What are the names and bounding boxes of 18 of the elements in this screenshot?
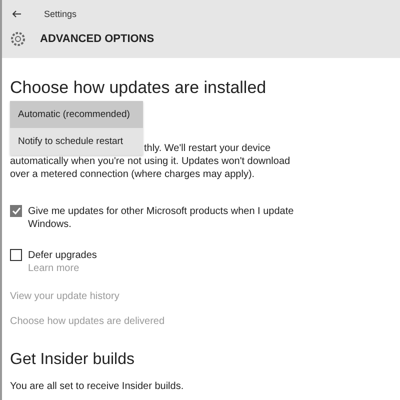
- checkbox-label: Give me updates for other Microsoft products when I update Windows.: [28, 205, 295, 231]
- description-text: thly. We'll restart your device: [144, 142, 271, 155]
- section-heading: Get Insider builds: [10, 351, 136, 369]
- settings-link[interactable]: Choose how updates are delivered: [10, 316, 165, 327]
- learn-more-link[interactable]: Learn more: [28, 262, 80, 275]
- section-heading: Choose how updates are installed: [10, 78, 268, 98]
- menu-option[interactable]: Automatic (recommended): [10, 101, 143, 128]
- status-text: You are all set to receive Insider builds.: [10, 381, 185, 392]
- description-text: automatically when you're not using it. Updates won't download over a metered connection (where charges may apply).: [10, 155, 292, 181]
- back-icon[interactable]: [12, 10, 22, 18]
- checkbox[interactable]: [10, 205, 22, 217]
- checkbox-label: Defer upgrades: [28, 249, 98, 262]
- menu-option[interactable]: Notify to schedule restart: [10, 128, 143, 155]
- settings-icon: [10, 31, 26, 47]
- page-title: ADVANCED OPTIONS: [40, 33, 154, 45]
- settings-link[interactable]: View your update history: [10, 291, 120, 302]
- checkbox[interactable]: [10, 249, 22, 261]
- window-title: Settings: [44, 9, 77, 19]
